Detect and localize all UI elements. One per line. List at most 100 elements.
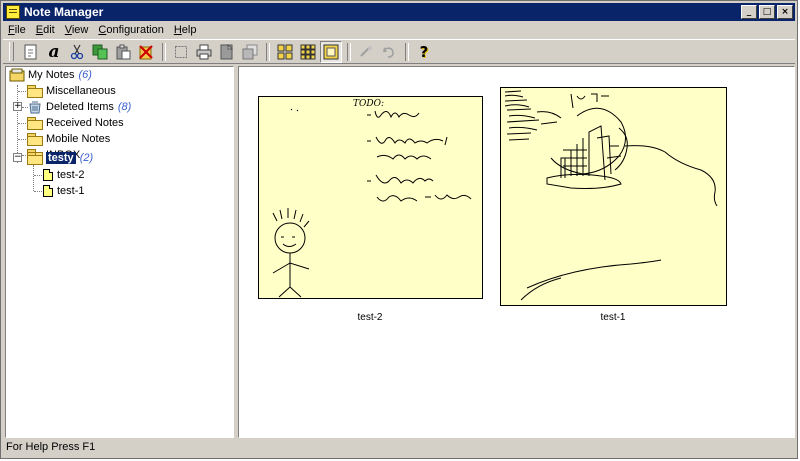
large-thumbnails-button[interactable] xyxy=(274,41,296,63)
help-icon: ? xyxy=(419,42,429,61)
menu-bar: File Edit View Configuration Help xyxy=(3,21,795,38)
toolbar-grip[interactable] xyxy=(9,42,14,61)
single-view-button[interactable] xyxy=(320,40,342,63)
menu-configuration-label: onfiguration xyxy=(106,23,164,36)
expand-deleted-items[interactable]: + xyxy=(13,102,22,111)
notes-view: TODO: test-2 test-1 xyxy=(238,66,795,438)
font-button[interactable]: a xyxy=(43,41,65,63)
help-button[interactable]: ? xyxy=(413,41,435,63)
cut-button[interactable] xyxy=(66,41,88,63)
notes-root-icon xyxy=(9,68,25,82)
recycle-bin-icon xyxy=(29,101,41,114)
close-button[interactable]: × xyxy=(777,5,793,19)
properties-button[interactable] xyxy=(216,41,238,63)
toolbar-separator xyxy=(162,42,166,61)
select-icon xyxy=(175,45,187,58)
menu-help[interactable]: Help xyxy=(169,24,202,36)
toolbar-separator xyxy=(347,42,351,61)
undo-button[interactable] xyxy=(355,41,377,63)
menu-view-mnemonic: V xyxy=(64,23,72,36)
status-bar: For Help Press F1 xyxy=(3,438,795,456)
tree-item-test-1[interactable]: test-1 xyxy=(43,183,85,199)
folder-icon xyxy=(27,133,43,146)
toolbar: a ? xyxy=(3,39,795,64)
note-icon xyxy=(43,169,53,181)
folder-icon xyxy=(27,117,43,130)
toolbar-separator xyxy=(405,42,409,61)
properties-icon xyxy=(220,43,234,59)
paste-icon xyxy=(116,44,131,59)
window-title: Note Manager xyxy=(24,5,104,19)
note-caption: test-2 xyxy=(357,312,383,323)
single-view-icon xyxy=(323,44,339,59)
tree-item-label: test-2 xyxy=(57,169,85,181)
new-note-icon xyxy=(24,44,37,59)
copy-icon xyxy=(92,44,108,59)
print-button[interactable] xyxy=(193,41,215,63)
menu-help-mnemonic: H xyxy=(173,23,182,36)
item-count: (6) xyxy=(78,69,92,81)
tree-item-test-2[interactable]: test-2 xyxy=(43,167,85,183)
tree-item-label: My Notes xyxy=(28,69,75,81)
paste-button[interactable] xyxy=(112,41,134,63)
small-thumbnails-icon xyxy=(300,44,316,59)
send-icon xyxy=(242,44,258,59)
open-folder-icon xyxy=(27,152,43,165)
menu-configuration[interactable]: Configuration xyxy=(93,24,168,36)
copy-button[interactable] xyxy=(89,41,111,63)
folder-tree[interactable]: My Notes (6) Miscellaneous + Deleted Ite… xyxy=(5,66,234,438)
print-icon xyxy=(196,44,212,59)
tree-item-label: Mobile Notes xyxy=(46,133,111,145)
sketch-drawing xyxy=(504,90,718,301)
menu-edit[interactable]: Edit xyxy=(31,24,60,36)
item-count: (8) xyxy=(117,101,132,113)
menu-file-mnemonic: F xyxy=(8,23,15,36)
undo-icon xyxy=(360,45,372,57)
delete-button[interactable] xyxy=(135,41,157,63)
tree-item-label: Miscellaneous xyxy=(46,85,116,97)
tree-item-deleted-items[interactable]: Deleted Items (8) xyxy=(27,99,131,115)
small-thumbnails-button[interactable] xyxy=(297,41,319,63)
note-manager-window: Note Manager _ □ × File Edit View Config… xyxy=(0,0,798,459)
app-icon xyxy=(6,5,20,19)
tree-connector xyxy=(33,165,34,191)
large-thumbnails-icon xyxy=(277,44,293,59)
redo-icon xyxy=(383,46,394,58)
note-thumbnail-test-2[interactable]: TODO: xyxy=(258,96,483,299)
menu-view[interactable]: View xyxy=(60,24,94,36)
new-note-button[interactable] xyxy=(20,41,42,63)
minimize-button[interactable]: _ xyxy=(741,5,757,19)
collapse-testy[interactable]: − xyxy=(13,153,22,162)
menu-edit-label: dit xyxy=(43,23,55,36)
tree-item-label: Received Notes xyxy=(46,117,124,129)
folder-icon xyxy=(27,85,43,98)
window-controls: _ □ × xyxy=(741,5,793,19)
tree-item-label: Deleted Items xyxy=(46,101,114,113)
title-bar[interactable]: Note Manager _ □ × xyxy=(3,3,795,21)
maximize-button[interactable]: □ xyxy=(759,5,775,19)
note-icon xyxy=(43,185,53,197)
tree-item-received-notes[interactable]: Received Notes xyxy=(27,115,124,131)
status-text: For Help Press F1 xyxy=(6,441,96,453)
handwriting-drawing xyxy=(272,108,472,298)
menu-file-label: ile xyxy=(14,23,26,36)
font-icon: a xyxy=(48,41,60,62)
menu-help-label: elp xyxy=(181,23,197,36)
note-thumbnail-test-1[interactable] xyxy=(500,87,727,306)
cut-icon xyxy=(70,44,84,59)
toolbar-separator xyxy=(266,42,270,61)
send-button[interactable] xyxy=(239,41,261,63)
redo-button[interactable] xyxy=(378,41,400,63)
tree-item-miscellaneous[interactable]: Miscellaneous xyxy=(27,83,116,99)
menu-file[interactable]: File xyxy=(3,24,31,36)
menu-edit-mnemonic: E xyxy=(35,23,44,36)
tree-item-label: testy xyxy=(46,152,76,164)
delete-icon xyxy=(139,44,153,59)
tree-item-label: test-1 xyxy=(57,185,85,197)
tree-item-my-notes[interactable]: My Notes (6) xyxy=(9,67,92,83)
note-caption: test-1 xyxy=(600,312,626,323)
item-count: (2) xyxy=(79,152,94,164)
select-button[interactable] xyxy=(170,41,192,63)
tree-item-testy[interactable]: testy (2) xyxy=(27,150,93,166)
tree-item-mobile-notes[interactable]: Mobile Notes xyxy=(27,131,110,147)
